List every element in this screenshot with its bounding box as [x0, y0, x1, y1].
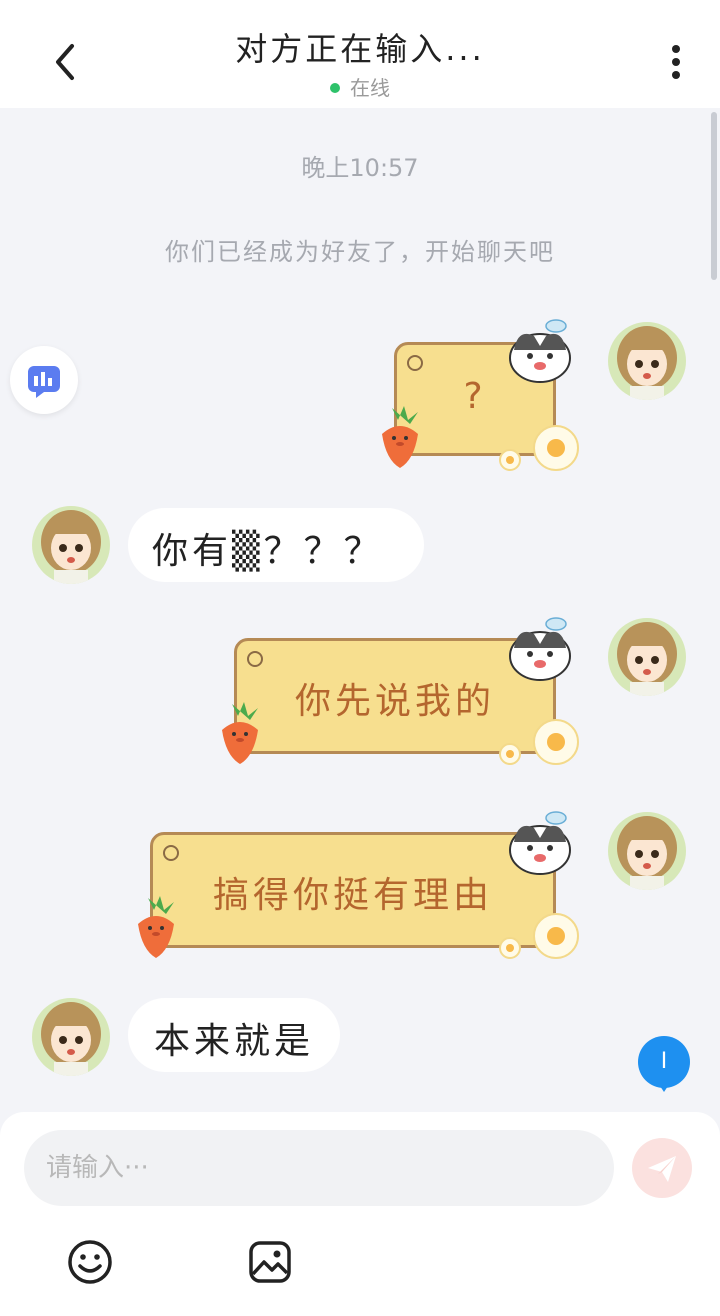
carrot-sticker-icon [138, 896, 174, 958]
more-vertical-icon [672, 45, 680, 53]
cat-sticker-icon [509, 319, 571, 383]
online-status-label: 在线 [350, 76, 390, 100]
text-message[interactable]: 本来就是 [128, 998, 340, 1072]
friend-added-notice: 你们已经成为好友了，开始聊天吧 [165, 238, 555, 266]
bar-chart-icon [28, 366, 60, 398]
emoji-icon [68, 1240, 112, 1284]
carrot-sticker-icon [382, 406, 418, 468]
my-avatar[interactable] [608, 812, 686, 890]
chat-title: 对方正在输入... [235, 30, 485, 68]
timestamp-label: 晚上10:57 [301, 154, 419, 182]
input-bar [0, 1112, 720, 1316]
image-button[interactable] [246, 1238, 294, 1286]
emoji-button[interactable] [66, 1238, 114, 1286]
stats-float-button[interactable] [10, 346, 78, 414]
egg-sticker-icon [499, 425, 579, 471]
text-message[interactable]: 你有▒？？？ [128, 508, 424, 582]
sticker-message[interactable]: ? [372, 316, 582, 476]
image-icon [249, 1241, 291, 1283]
sticker-message[interactable]: 搞得你挺有理由 [130, 808, 582, 964]
online-dot-icon [330, 82, 340, 93]
new-message-badge[interactable]: I [638, 1036, 690, 1092]
cat-sticker-icon [509, 811, 571, 875]
message-input-container [24, 1130, 614, 1206]
friend-avatar[interactable] [32, 998, 110, 1076]
chat-header: 对方正在输入... 在线 [0, 0, 720, 108]
friend-avatar[interactable] [32, 506, 110, 584]
send-button[interactable] [632, 1138, 692, 1198]
online-status: 在线 [0, 72, 720, 101]
my-avatar[interactable] [608, 322, 686, 400]
more-options-button[interactable] [660, 42, 692, 82]
cat-sticker-icon [509, 617, 571, 681]
sticker-message[interactable]: 你先说我的 [214, 614, 582, 770]
send-icon [648, 1156, 676, 1182]
message-input[interactable] [24, 1130, 586, 1206]
egg-sticker-icon [499, 719, 579, 765]
egg-sticker-icon [499, 913, 579, 959]
my-avatar[interactable] [608, 618, 686, 696]
carrot-sticker-icon [222, 702, 258, 764]
